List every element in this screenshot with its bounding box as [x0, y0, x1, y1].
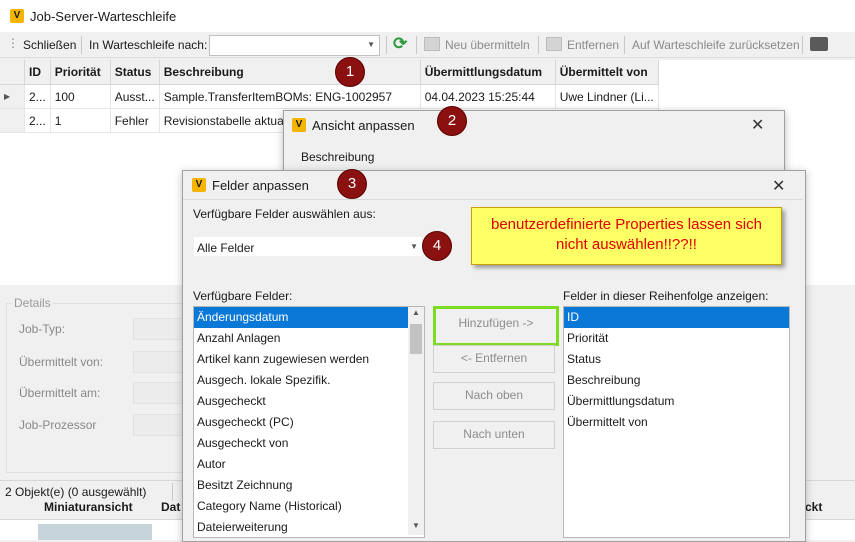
list-item[interactable]: Ausgecheckt von: [194, 433, 424, 454]
detail-label-job-type: Job-Typ:: [19, 322, 66, 336]
list-item[interactable]: Ausgecheckt (PC): [194, 412, 424, 433]
list-item[interactable]: Ausgech. lokale Spezifik.: [194, 370, 424, 391]
marker-2: 2: [437, 106, 467, 136]
col-header-checked[interactable]: ckt: [805, 500, 822, 514]
col-header-description[interactable]: Beschreibung: [159, 60, 421, 85]
list-item[interactable]: Priorität: [564, 328, 789, 349]
title-bar: V Job-Server-Warteschleife: [0, 0, 855, 32]
col-header-date[interactable]: Dat: [161, 500, 180, 514]
col-header-id[interactable]: ID: [24, 60, 51, 85]
chevron-down-icon: ▼: [410, 242, 418, 251]
list-item[interactable]: Dateierweiterung: [194, 517, 424, 537]
print-icon[interactable]: [810, 37, 828, 51]
chevron-down-icon: ▼: [367, 40, 375, 49]
move-up-label: Nach oben: [464, 388, 524, 402]
ansicht-dialog-title: Ansicht anpassen: [312, 118, 415, 133]
row-header-corner: [0, 60, 25, 85]
list-item[interactable]: Änderungsdatum: [194, 307, 424, 328]
list-item[interactable]: Übermittlungsdatum: [564, 391, 789, 412]
scrollbar-thumb[interactable]: [410, 324, 422, 354]
display-fields-list[interactable]: ID Priorität Status Beschreibung Übermit…: [563, 306, 790, 538]
list-item[interactable]: Artikel kann zugewiesen werden: [194, 349, 424, 370]
col-header-status[interactable]: Status: [110, 60, 160, 85]
table-cell: 2...: [24, 108, 51, 133]
queue-label: In Warteschleife nach:: [89, 38, 208, 52]
detail-label-submitted-by: Übermittelt von:: [19, 355, 104, 369]
resubmit-button[interactable]: Neu übermitteln: [445, 36, 530, 54]
table-cell: 1: [50, 108, 111, 133]
remove-icon: [546, 37, 562, 51]
col-header-thumbnail[interactable]: Miniaturansicht: [44, 500, 133, 514]
vault-v-icon: V: [10, 9, 24, 23]
display-label: Felder in dieser Reihenfolge anzeigen:: [563, 289, 769, 303]
add-button-label: Hinzufügen ->: [458, 316, 534, 330]
window-title: Job-Server-Warteschleife: [30, 9, 177, 24]
resubmit-icon: [424, 37, 440, 51]
list-item[interactable]: Anzahl Anlagen: [194, 328, 424, 349]
table-cell: Uwe Lindner (Li...: [555, 84, 659, 109]
list-item[interactable]: Besitzt Zeichnung: [194, 475, 424, 496]
col-header-submitted-by[interactable]: Übermittelt von: [555, 60, 659, 85]
row-pointer-icon: ▶: [0, 84, 25, 109]
list-item[interactable]: Beschreibung: [564, 370, 789, 391]
list-item[interactable]: Category Name (Historical): [194, 496, 424, 517]
available-fields-list[interactable]: Änderungsdatum Anzahl Anlagen Artikel ka…: [193, 306, 425, 538]
table-cell: 2...: [24, 84, 51, 109]
marker-4: 4: [422, 231, 452, 261]
move-down-button[interactable]: Nach unten: [433, 421, 555, 449]
close-icon[interactable]: ✕: [772, 176, 785, 196]
callout-note: benutzerdefinierte Properties lassen sic…: [471, 207, 782, 265]
list-item[interactable]: ID: [564, 307, 789, 328]
source-select[interactable]: Alle Felder ▼: [193, 236, 423, 257]
detail-label-job-processor: Job-Prozessor: [19, 418, 97, 432]
list-item[interactable]: Übermittelt von: [564, 412, 789, 433]
table-header-row: ID Priorität Status Beschreibung Übermit…: [0, 60, 659, 85]
marker-3: 3: [337, 169, 367, 199]
scroll-down-icon[interactable]: ▼: [412, 521, 420, 530]
move-down-label: Nach unten: [463, 427, 525, 441]
toolbar-grip-icon: ⋮: [7, 36, 19, 50]
list-item[interactable]: Status: [564, 349, 789, 370]
row-header: [0, 108, 25, 133]
table-cell: 04.04.2023 15:25:44: [420, 84, 556, 109]
callout-text: benutzerdefinierte Properties lassen sic…: [491, 216, 762, 253]
table-row[interactable]: ▶ 2... 100 Ausst... Sample.TransferItemB…: [0, 84, 659, 109]
remove-field-button[interactable]: <- Entfernen: [433, 345, 555, 373]
table-cell: 100: [50, 84, 111, 109]
table-cell: Sample.TransferItemBOMs: ENG-1002957: [159, 84, 421, 109]
scroll-up-icon[interactable]: ▲: [412, 308, 420, 317]
close-button[interactable]: Schließen: [23, 36, 76, 54]
available-label: Verfügbare Felder:: [193, 289, 293, 303]
ansicht-section-label: Beschreibung: [301, 150, 375, 164]
felder-dialog-title: Felder anpassen: [212, 178, 309, 193]
list-item[interactable]: Ausgecheckt: [194, 391, 424, 412]
status-text: 2 Objekt(e) (0 ausgewählt): [5, 485, 147, 499]
vault-v-icon: V: [192, 178, 206, 192]
source-label: Verfügbare Felder auswählen aus:: [193, 207, 376, 221]
list-item[interactable]: Autor: [194, 454, 424, 475]
detail-label-submitted-at: Übermittelt am:: [19, 386, 101, 400]
col-header-priority[interactable]: Priorität: [50, 60, 111, 85]
vault-v-icon: V: [292, 118, 306, 132]
thumbnail-image: [38, 524, 152, 540]
col-header-submitted-date[interactable]: Übermittlungsdatum: [420, 60, 556, 85]
source-select-value: Alle Felder: [197, 241, 255, 255]
marker-1: 1: [335, 57, 365, 87]
table-cell: Fehler: [110, 108, 160, 133]
close-icon[interactable]: ✕: [751, 115, 764, 135]
reset-button[interactable]: Auf Warteschleife zurücksetzen: [632, 36, 800, 54]
table-cell: Ausst...: [110, 84, 160, 109]
remove-field-label: <- Entfernen: [460, 351, 528, 365]
ansicht-anpassen-dialog: V Ansicht anpassen ✕ Beschreibung: [283, 110, 785, 172]
details-title: Details: [12, 296, 53, 310]
move-up-button[interactable]: Nach oben: [433, 382, 555, 410]
refresh-icon[interactable]: ⟳: [393, 34, 407, 54]
scrollbar[interactable]: ▲ ▼: [408, 307, 424, 535]
queue-select[interactable]: ▼: [209, 35, 380, 56]
remove-button[interactable]: Entfernen: [567, 36, 619, 54]
add-button[interactable]: Hinzufügen ->: [433, 306, 559, 346]
